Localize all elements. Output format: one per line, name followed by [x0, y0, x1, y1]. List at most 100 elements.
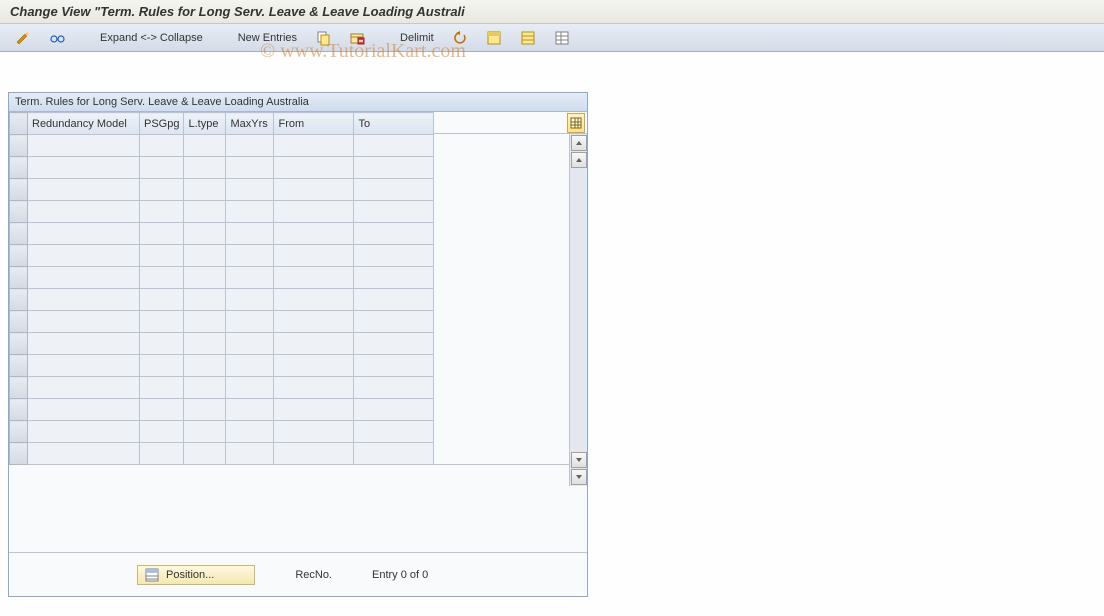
cell-redundancy[interactable] [28, 377, 140, 399]
column-ltype[interactable]: L.type [184, 113, 226, 135]
row-selector[interactable] [10, 377, 28, 399]
delimit-button[interactable]: Delimit [395, 29, 439, 47]
cell-redundancy[interactable] [28, 355, 140, 377]
scroll-down-button-2[interactable] [571, 469, 587, 485]
scroll-up-button-2[interactable] [571, 152, 587, 168]
table-row[interactable] [10, 289, 434, 311]
deselect-all-button[interactable] [515, 27, 541, 49]
cell-maxyrs[interactable] [226, 377, 274, 399]
cell-maxyrs[interactable] [226, 421, 274, 443]
row-selector[interactable] [10, 421, 28, 443]
row-selector[interactable] [10, 311, 28, 333]
cell-from[interactable] [274, 311, 354, 333]
table-row[interactable] [10, 421, 434, 443]
cell-ltype[interactable] [184, 135, 226, 157]
cell-from[interactable] [274, 355, 354, 377]
table-row[interactable] [10, 157, 434, 179]
row-selector[interactable] [10, 333, 28, 355]
cell-psgpg[interactable] [140, 289, 184, 311]
cell-redundancy[interactable] [28, 135, 140, 157]
cell-maxyrs[interactable] [226, 333, 274, 355]
cell-to[interactable] [354, 201, 434, 223]
cell-from[interactable] [274, 377, 354, 399]
cell-to[interactable] [354, 157, 434, 179]
cell-maxyrs[interactable] [226, 201, 274, 223]
cell-redundancy[interactable] [28, 311, 140, 333]
row-selector[interactable] [10, 267, 28, 289]
cell-from[interactable] [274, 223, 354, 245]
cell-psgpg[interactable] [140, 377, 184, 399]
scroll-down-button[interactable] [571, 452, 587, 468]
cell-maxyrs[interactable] [226, 399, 274, 421]
cell-psgpg[interactable] [140, 421, 184, 443]
cell-ltype[interactable] [184, 245, 226, 267]
cell-ltype[interactable] [184, 421, 226, 443]
row-selector[interactable] [10, 289, 28, 311]
configure-columns-button[interactable] [567, 113, 585, 133]
cell-maxyrs[interactable] [226, 223, 274, 245]
row-selector[interactable] [10, 399, 28, 421]
cell-redundancy[interactable] [28, 443, 140, 465]
expand-collapse-button[interactable]: Expand <-> Collapse [95, 29, 208, 47]
cell-to[interactable] [354, 311, 434, 333]
cell-psgpg[interactable] [140, 399, 184, 421]
cell-psgpg[interactable] [140, 135, 184, 157]
cell-to[interactable] [354, 179, 434, 201]
new-entries-button[interactable]: New Entries [233, 29, 302, 47]
cell-maxyrs[interactable] [226, 355, 274, 377]
cell-maxyrs[interactable] [226, 267, 274, 289]
cell-psgpg[interactable] [140, 223, 184, 245]
row-selector-header[interactable] [10, 113, 28, 135]
cell-psgpg[interactable] [140, 267, 184, 289]
cell-from[interactable] [274, 267, 354, 289]
table-row[interactable] [10, 179, 434, 201]
row-selector[interactable] [10, 443, 28, 465]
cell-maxyrs[interactable] [226, 245, 274, 267]
cell-maxyrs[interactable] [226, 135, 274, 157]
cell-redundancy[interactable] [28, 333, 140, 355]
delete-button[interactable] [344, 27, 370, 49]
cell-from[interactable] [274, 135, 354, 157]
cell-from[interactable] [274, 333, 354, 355]
row-selector[interactable] [10, 179, 28, 201]
column-redundancy[interactable]: Redundancy Model [28, 113, 140, 135]
cell-redundancy[interactable] [28, 421, 140, 443]
cell-ltype[interactable] [184, 355, 226, 377]
cell-maxyrs[interactable] [226, 311, 274, 333]
table-row[interactable] [10, 311, 434, 333]
toggle-edit-button[interactable] [10, 27, 36, 49]
cell-redundancy[interactable] [28, 289, 140, 311]
cell-redundancy[interactable] [28, 267, 140, 289]
position-button[interactable]: Position... [137, 565, 255, 585]
print-button[interactable] [549, 27, 575, 49]
data-grid[interactable]: Redundancy Model PSGpg L.type MaxYrs Fro… [9, 112, 434, 465]
row-selector[interactable] [10, 355, 28, 377]
cell-maxyrs[interactable] [226, 443, 274, 465]
other-view-button[interactable] [44, 27, 70, 49]
table-row[interactable] [10, 355, 434, 377]
cell-ltype[interactable] [184, 179, 226, 201]
table-row[interactable] [10, 201, 434, 223]
scroll-up-button[interactable] [571, 135, 587, 151]
cell-redundancy[interactable] [28, 245, 140, 267]
cell-from[interactable] [274, 443, 354, 465]
copy-button[interactable] [310, 27, 336, 49]
cell-psgpg[interactable] [140, 201, 184, 223]
cell-ltype[interactable] [184, 201, 226, 223]
vertical-scrollbar[interactable] [569, 134, 587, 486]
cell-to[interactable] [354, 399, 434, 421]
cell-maxyrs[interactable] [226, 179, 274, 201]
row-selector[interactable] [10, 157, 28, 179]
cell-to[interactable] [354, 245, 434, 267]
cell-to[interactable] [354, 377, 434, 399]
cell-to[interactable] [354, 333, 434, 355]
cell-ltype[interactable] [184, 443, 226, 465]
row-selector[interactable] [10, 223, 28, 245]
table-row[interactable] [10, 399, 434, 421]
cell-psgpg[interactable] [140, 311, 184, 333]
column-psgpg[interactable]: PSGpg [140, 113, 184, 135]
cell-psgpg[interactable] [140, 245, 184, 267]
cell-psgpg[interactable] [140, 157, 184, 179]
column-maxyrs[interactable]: MaxYrs [226, 113, 274, 135]
row-selector[interactable] [10, 245, 28, 267]
